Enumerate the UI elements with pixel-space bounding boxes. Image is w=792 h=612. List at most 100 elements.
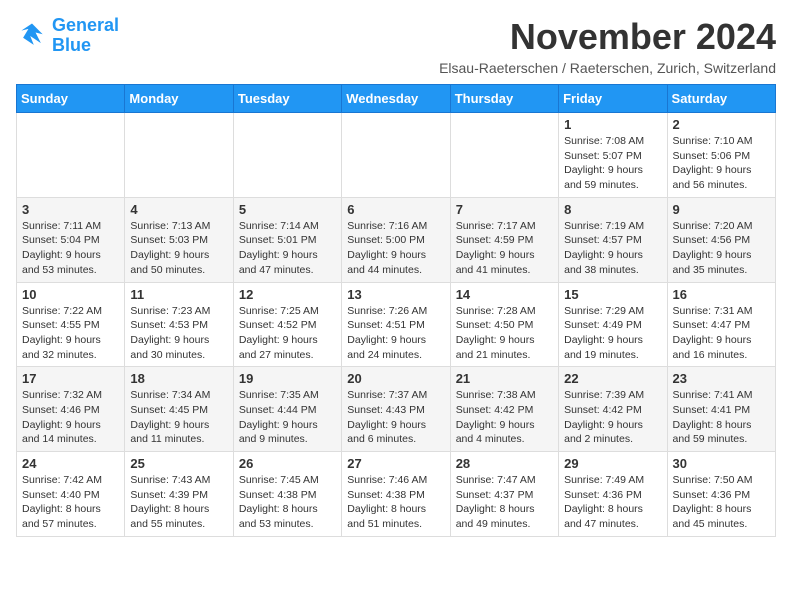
day-info: Sunrise: 7:41 AM Sunset: 4:41 PM Dayligh… bbox=[673, 388, 770, 447]
day-number: 19 bbox=[239, 371, 336, 386]
day-number: 14 bbox=[456, 287, 553, 302]
calendar-cell bbox=[17, 113, 125, 198]
day-info: Sunrise: 7:26 AM Sunset: 4:51 PM Dayligh… bbox=[347, 304, 444, 363]
day-number: 26 bbox=[239, 456, 336, 471]
day-number: 18 bbox=[130, 371, 227, 386]
day-number: 11 bbox=[130, 287, 227, 302]
day-info: Sunrise: 7:17 AM Sunset: 4:59 PM Dayligh… bbox=[456, 219, 553, 278]
day-number: 27 bbox=[347, 456, 444, 471]
day-info: Sunrise: 7:19 AM Sunset: 4:57 PM Dayligh… bbox=[564, 219, 661, 278]
day-info: Sunrise: 7:28 AM Sunset: 4:50 PM Dayligh… bbox=[456, 304, 553, 363]
calendar-week-row: 17Sunrise: 7:32 AM Sunset: 4:46 PM Dayli… bbox=[17, 367, 776, 452]
day-info: Sunrise: 7:46 AM Sunset: 4:38 PM Dayligh… bbox=[347, 473, 444, 532]
day-info: Sunrise: 7:25 AM Sunset: 4:52 PM Dayligh… bbox=[239, 304, 336, 363]
day-info: Sunrise: 7:14 AM Sunset: 5:01 PM Dayligh… bbox=[239, 219, 336, 278]
calendar-cell: 8 Sunrise: 7:19 AM Sunset: 4:57 PM Daylig… bbox=[559, 197, 667, 282]
calendar-cell bbox=[342, 113, 450, 198]
day-info: Sunrise: 7:29 AM Sunset: 4:49 PM Dayligh… bbox=[564, 304, 661, 363]
day-info: Sunrise: 7:08 AM Sunset: 5:07 PM Dayligh… bbox=[564, 134, 661, 193]
day-number: 10 bbox=[22, 287, 119, 302]
logo-text: General Blue bbox=[52, 16, 119, 56]
calendar-cell: 29Sunrise: 7:49 AM Sunset: 4:36 PM Dayli… bbox=[559, 452, 667, 537]
day-info: Sunrise: 7:22 AM Sunset: 4:55 PM Dayligh… bbox=[22, 304, 119, 363]
calendar-day-header: Thursday bbox=[450, 85, 558, 113]
day-number: 22 bbox=[564, 371, 661, 386]
title-area: November 2024 Elsau-Raeterschen / Raeter… bbox=[439, 16, 776, 76]
calendar-day-header: Tuesday bbox=[233, 85, 341, 113]
main-title: November 2024 bbox=[439, 16, 776, 58]
calendar-cell: 1 Sunrise: 7:08 AM Sunset: 5:07 PM Daylig… bbox=[559, 113, 667, 198]
day-number: 1 bbox=[564, 117, 661, 132]
calendar-day-header: Friday bbox=[559, 85, 667, 113]
calendar-cell: 15 Sunrise: 7:29 AM Sunset: 4:49 PM Dayli… bbox=[559, 282, 667, 367]
day-number: 28 bbox=[456, 456, 553, 471]
day-info: Sunrise: 7:43 AM Sunset: 4:39 PM Dayligh… bbox=[130, 473, 227, 532]
calendar-cell: 23Sunrise: 7:41 AM Sunset: 4:41 PM Dayli… bbox=[667, 367, 775, 452]
day-info: Sunrise: 7:10 AM Sunset: 5:06 PM Dayligh… bbox=[673, 134, 770, 193]
day-info: Sunrise: 7:47 AM Sunset: 4:37 PM Dayligh… bbox=[456, 473, 553, 532]
day-number: 25 bbox=[130, 456, 227, 471]
calendar-cell: 18 Sunrise: 7:34 AM Sunset: 4:45 PM Dayli… bbox=[125, 367, 233, 452]
subtitle: Elsau-Raeterschen / Raeterschen, Zurich,… bbox=[439, 60, 776, 76]
day-number: 6 bbox=[347, 202, 444, 217]
day-info: Sunrise: 7:37 AM Sunset: 4:43 PM Dayligh… bbox=[347, 388, 444, 447]
calendar-cell: 16 Sunrise: 7:31 AM Sunset: 4:47 PM Dayli… bbox=[667, 282, 775, 367]
day-number: 7 bbox=[456, 202, 553, 217]
calendar-table: SundayMondayTuesdayWednesdayThursdayFrid… bbox=[16, 84, 776, 537]
calendar-cell bbox=[450, 113, 558, 198]
calendar-cell: 17Sunrise: 7:32 AM Sunset: 4:46 PM Dayli… bbox=[17, 367, 125, 452]
day-number: 24 bbox=[22, 456, 119, 471]
calendar-cell: 4Sunrise: 7:13 AM Sunset: 5:03 PM Daylig… bbox=[125, 197, 233, 282]
calendar-week-row: 24 Sunrise: 7:42 AM Sunset: 4:40 PM Dayli… bbox=[17, 452, 776, 537]
calendar-week-row: 10 Sunrise: 7:22 AM Sunset: 4:55 PM Dayli… bbox=[17, 282, 776, 367]
logo: General Blue bbox=[16, 16, 119, 56]
calendar-cell: 5 Sunrise: 7:14 AM Sunset: 5:01 PM Daylig… bbox=[233, 197, 341, 282]
day-number: 15 bbox=[564, 287, 661, 302]
calendar-week-row: 1 Sunrise: 7:08 AM Sunset: 5:07 PM Daylig… bbox=[17, 113, 776, 198]
calendar-cell: 9 Sunrise: 7:20 AM Sunset: 4:56 PM Daylig… bbox=[667, 197, 775, 282]
day-info: Sunrise: 7:34 AM Sunset: 4:45 PM Dayligh… bbox=[130, 388, 227, 447]
calendar-cell: 24 Sunrise: 7:42 AM Sunset: 4:40 PM Dayli… bbox=[17, 452, 125, 537]
day-info: Sunrise: 7:39 AM Sunset: 4:42 PM Dayligh… bbox=[564, 388, 661, 447]
day-info: Sunrise: 7:45 AM Sunset: 4:38 PM Dayligh… bbox=[239, 473, 336, 532]
calendar-cell bbox=[233, 113, 341, 198]
calendar-cell: 11 Sunrise: 7:23 AM Sunset: 4:53 PM Dayli… bbox=[125, 282, 233, 367]
day-number: 5 bbox=[239, 202, 336, 217]
calendar-cell: 21 Sunrise: 7:38 AM Sunset: 4:42 PM Dayli… bbox=[450, 367, 558, 452]
calendar-cell: 10 Sunrise: 7:22 AM Sunset: 4:55 PM Dayli… bbox=[17, 282, 125, 367]
day-number: 8 bbox=[564, 202, 661, 217]
calendar-cell: 3 Sunrise: 7:11 AM Sunset: 5:04 PM Daylig… bbox=[17, 197, 125, 282]
calendar-cell: 27 Sunrise: 7:46 AM Sunset: 4:38 PM Dayli… bbox=[342, 452, 450, 537]
day-number: 3 bbox=[22, 202, 119, 217]
calendar-cell: 20Sunrise: 7:37 AM Sunset: 4:43 PM Dayli… bbox=[342, 367, 450, 452]
calendar-cell: 22 Sunrise: 7:39 AM Sunset: 4:42 PM Dayli… bbox=[559, 367, 667, 452]
day-number: 9 bbox=[673, 202, 770, 217]
calendar-cell: 26 Sunrise: 7:45 AM Sunset: 4:38 PM Dayli… bbox=[233, 452, 341, 537]
calendar-week-row: 3 Sunrise: 7:11 AM Sunset: 5:04 PM Daylig… bbox=[17, 197, 776, 282]
day-info: Sunrise: 7:11 AM Sunset: 5:04 PM Dayligh… bbox=[22, 219, 119, 278]
calendar-cell: 25 Sunrise: 7:43 AM Sunset: 4:39 PM Dayli… bbox=[125, 452, 233, 537]
day-number: 16 bbox=[673, 287, 770, 302]
day-info: Sunrise: 7:42 AM Sunset: 4:40 PM Dayligh… bbox=[22, 473, 119, 532]
page-header: General Blue November 2024 Elsau-Raeters… bbox=[16, 16, 776, 76]
day-info: Sunrise: 7:31 AM Sunset: 4:47 PM Dayligh… bbox=[673, 304, 770, 363]
logo-bird-icon bbox=[16, 20, 48, 52]
day-number: 21 bbox=[456, 371, 553, 386]
day-number: 13 bbox=[347, 287, 444, 302]
day-number: 2 bbox=[673, 117, 770, 132]
calendar-day-header: Saturday bbox=[667, 85, 775, 113]
day-info: Sunrise: 7:35 AM Sunset: 4:44 PM Dayligh… bbox=[239, 388, 336, 447]
day-info: Sunrise: 7:20 AM Sunset: 4:56 PM Dayligh… bbox=[673, 219, 770, 278]
calendar-header-row: SundayMondayTuesdayWednesdayThursdayFrid… bbox=[17, 85, 776, 113]
day-info: Sunrise: 7:13 AM Sunset: 5:03 PM Dayligh… bbox=[130, 219, 227, 278]
day-info: Sunrise: 7:38 AM Sunset: 4:42 PM Dayligh… bbox=[456, 388, 553, 447]
day-info: Sunrise: 7:16 AM Sunset: 5:00 PM Dayligh… bbox=[347, 219, 444, 278]
calendar-cell: 6 Sunrise: 7:16 AM Sunset: 5:00 PM Daylig… bbox=[342, 197, 450, 282]
day-info: Sunrise: 7:49 AM Sunset: 4:36 PM Dayligh… bbox=[564, 473, 661, 532]
calendar-cell: 19 Sunrise: 7:35 AM Sunset: 4:44 PM Dayli… bbox=[233, 367, 341, 452]
day-info: Sunrise: 7:23 AM Sunset: 4:53 PM Dayligh… bbox=[130, 304, 227, 363]
day-number: 30 bbox=[673, 456, 770, 471]
calendar-cell: 12Sunrise: 7:25 AM Sunset: 4:52 PM Dayli… bbox=[233, 282, 341, 367]
calendar-cell: 30Sunrise: 7:50 AM Sunset: 4:36 PM Dayli… bbox=[667, 452, 775, 537]
calendar-cell bbox=[125, 113, 233, 198]
